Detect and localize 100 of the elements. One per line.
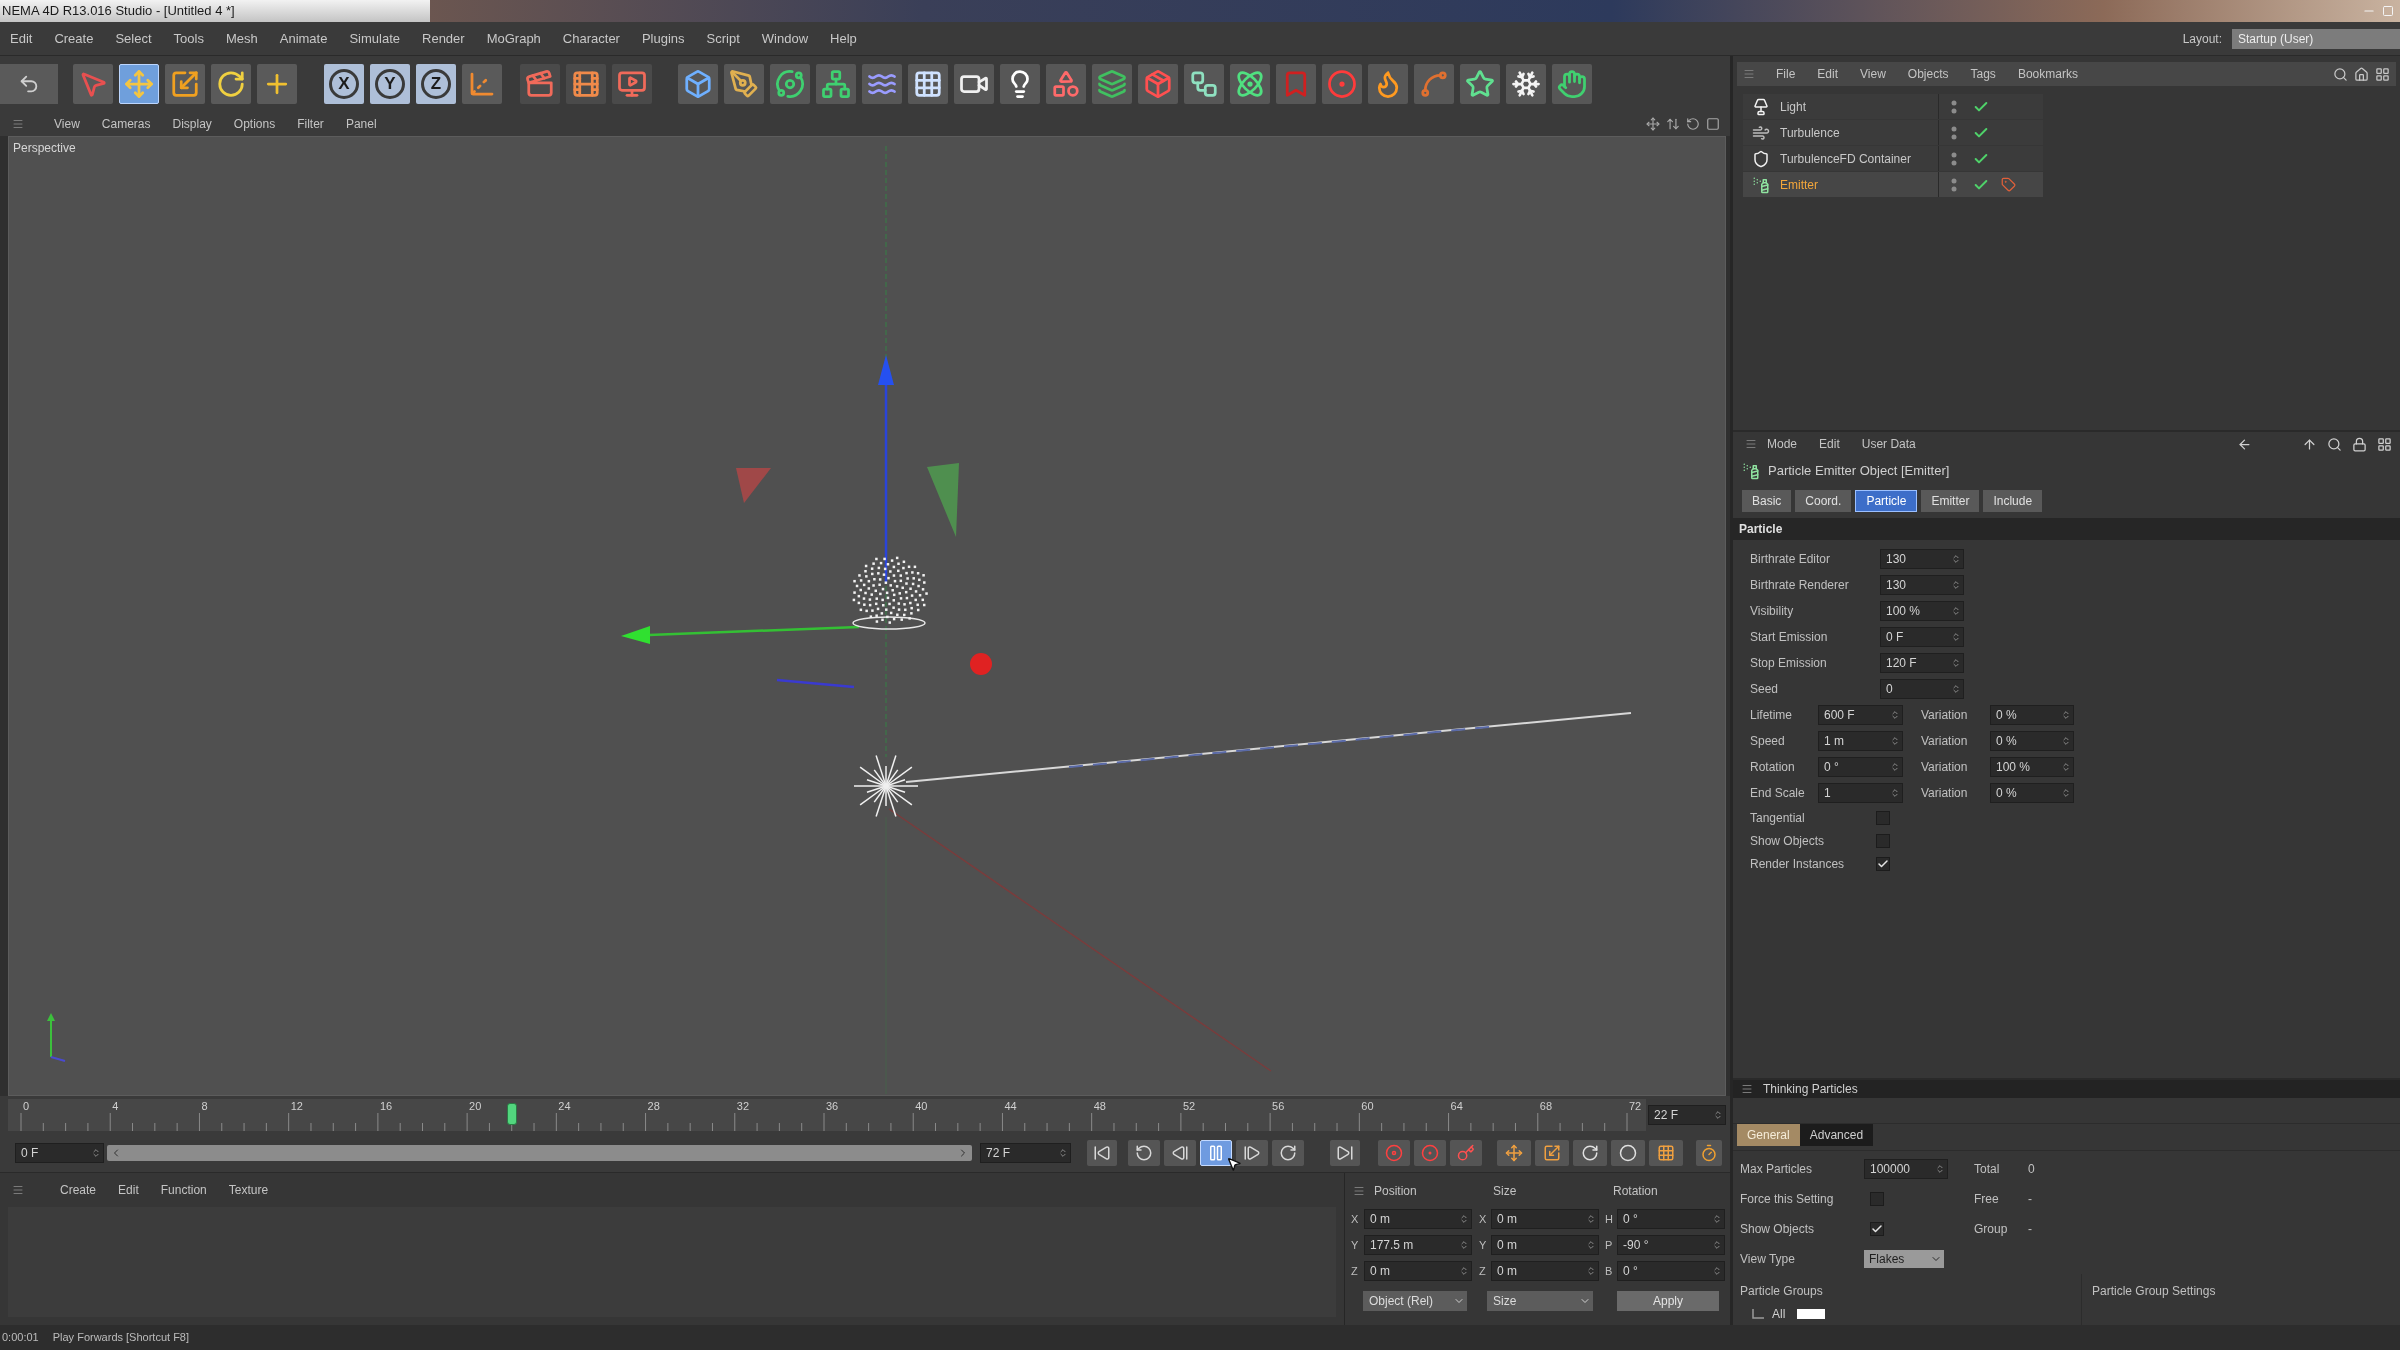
menu-item[interactable]: Mesh — [225, 28, 258, 49]
current-frame-field[interactable]: 22 F — [1648, 1105, 1726, 1125]
number-field[interactable]: 0 % — [1990, 705, 2074, 725]
auto-key-button[interactable] — [1414, 1140, 1446, 1166]
camera-button[interactable] — [954, 64, 994, 104]
range-scrollbar[interactable] — [107, 1145, 972, 1161]
visibility-dots-icon[interactable] — [1951, 151, 1957, 166]
waves-button[interactable] — [862, 64, 902, 104]
menu-item[interactable]: Edit — [1819, 435, 1840, 453]
mode-dropdown[interactable]: Object (Rel) — [1363, 1291, 1467, 1311]
menu-item[interactable]: Mode — [1767, 435, 1798, 453]
menu-item[interactable]: Function — [160, 1181, 207, 1199]
menu-item[interactable]: Edit — [1817, 65, 1839, 83]
step-back-button[interactable] — [1164, 1140, 1196, 1166]
coordinate-field[interactable]: 0 ° — [1617, 1209, 1725, 1229]
coordinate-field[interactable]: 0 m — [1364, 1209, 1472, 1229]
number-field[interactable]: 130 — [1880, 549, 1964, 569]
pen-button[interactable] — [724, 64, 764, 104]
layers-button[interactable] — [1092, 64, 1132, 104]
coordinate-field[interactable]: 0 m — [1491, 1235, 1599, 1255]
menu-item[interactable]: Tools — [173, 28, 204, 49]
record-button[interactable] — [1378, 1140, 1410, 1166]
size-mode-dropdown[interactable]: Size — [1487, 1291, 1593, 1311]
group-name[interactable]: All — [1772, 1305, 1786, 1323]
apply-button[interactable]: Apply — [1617, 1291, 1719, 1311]
menu-item[interactable]: Character — [562, 28, 620, 49]
checkbox[interactable] — [1870, 1222, 1884, 1236]
checkbox[interactable] — [1876, 810, 1890, 825]
menu-item[interactable]: Cameras — [101, 115, 151, 133]
tab[interactable]: Particle — [1855, 490, 1918, 512]
axis-toggle[interactable]: Z — [416, 64, 456, 104]
workflow-button[interactable] — [1184, 64, 1224, 104]
up-arrow[interactable] — [878, 355, 894, 582]
rotate-key-button[interactable] — [1573, 1140, 1607, 1166]
up-down-arrows-icon[interactable] — [1666, 117, 1680, 131]
tab[interactable]: Coord. — [1795, 490, 1852, 512]
timer-button[interactable] — [1696, 1140, 1722, 1166]
menu-item[interactable]: Render — [422, 28, 465, 49]
circle-button[interactable] — [1611, 1140, 1645, 1166]
axis-toggle[interactable]: X — [324, 64, 364, 104]
grid-button[interactable] — [908, 64, 948, 104]
menu-item[interactable]: Plugins — [641, 28, 685, 49]
menu-item[interactable]: MoGraph — [486, 28, 541, 49]
rotate-icon[interactable] — [1686, 117, 1700, 131]
monitor-button[interactable] — [612, 64, 652, 104]
star-button[interactable] — [1460, 64, 1500, 104]
menu-item[interactable]: Select — [115, 28, 152, 49]
grid-icon[interactable] — [2375, 66, 2390, 82]
view-type-dropdown[interactable]: Flakes — [1864, 1250, 1944, 1268]
visibility-dots-icon[interactable] — [1951, 125, 1957, 140]
object-row[interactable]: Turbulence — [1743, 120, 2043, 145]
orbit-button[interactable] — [770, 64, 810, 104]
number-field[interactable]: 0 % — [1990, 731, 2074, 751]
atom-button[interactable] — [1230, 64, 1270, 104]
number-field[interactable]: 100 % — [1880, 601, 1964, 621]
coordinate-field[interactable]: 177.5 m — [1364, 1235, 1472, 1255]
left-arrow[interactable] — [621, 625, 860, 644]
move-button[interactable] — [119, 64, 159, 104]
search-icon[interactable] — [2333, 66, 2348, 82]
menu-item[interactable]: Bookmarks — [2017, 65, 2078, 83]
checkbox[interactable] — [1876, 833, 1890, 848]
object-row[interactable]: Light — [1743, 94, 2043, 119]
menu-item[interactable]: View — [54, 115, 80, 133]
menu-item[interactable]: Window — [761, 28, 809, 49]
spline-button[interactable] — [1414, 64, 1454, 104]
cube-button[interactable] — [678, 64, 718, 104]
number-field[interactable]: 600 F — [1818, 705, 1903, 725]
search-icon[interactable] — [2327, 436, 2342, 452]
tag-icon[interactable] — [2001, 177, 2016, 192]
menu-item[interactable]: Texture — [228, 1181, 269, 1199]
checkbox[interactable] — [1876, 856, 1890, 871]
network-button[interactable] — [816, 64, 856, 104]
plus-button[interactable] — [257, 64, 297, 104]
coordinate-field[interactable]: 0 ° — [1617, 1261, 1725, 1281]
number-field[interactable]: 120 F — [1880, 653, 1964, 673]
number-field[interactable]: 100 % — [1990, 757, 2074, 777]
visibility-dots-icon[interactable] — [1951, 99, 1957, 114]
coordinate-field[interactable]: 0 m — [1491, 1261, 1599, 1281]
number-field[interactable]: 1 m — [1818, 731, 1903, 751]
menu-item[interactable]: Objects — [1907, 65, 1949, 83]
object-row[interactable]: TurbulenceFD Container — [1743, 146, 2043, 171]
menu-item[interactable]: Options — [233, 115, 276, 133]
scale-button[interactable] — [165, 64, 205, 104]
move-icon[interactable] — [1646, 117, 1660, 131]
shapes-button[interactable] — [1046, 64, 1086, 104]
coordinate-field[interactable]: 0 m — [1491, 1209, 1599, 1229]
axis-button[interactable] — [462, 64, 502, 104]
menu-item[interactable]: Display — [172, 115, 212, 133]
tab[interactable]: Advanced — [1799, 1124, 1874, 1146]
previous-key-button[interactable] — [1128, 1140, 1160, 1166]
tab[interactable]: Include — [1983, 490, 2043, 512]
undo-button[interactable] — [0, 64, 58, 104]
number-field[interactable]: 0 ° — [1818, 757, 1903, 777]
coordinate-field[interactable]: 0 m — [1364, 1261, 1472, 1281]
visibility-dots-icon[interactable] — [1951, 177, 1957, 192]
menu-item[interactable]: Script — [706, 28, 740, 49]
end-frame-field[interactable]: 72 F — [980, 1143, 1071, 1163]
pause-button[interactable] — [1200, 1140, 1232, 1166]
film-button[interactable] — [566, 64, 606, 104]
rotation-handle[interactable] — [927, 463, 959, 537]
